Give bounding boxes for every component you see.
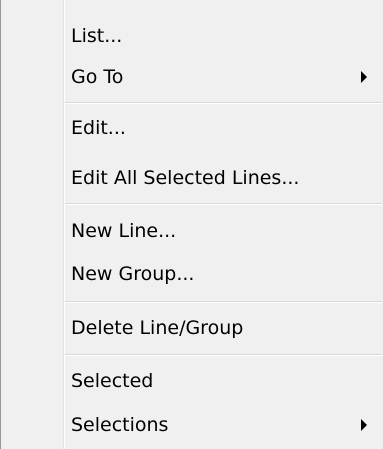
- menu-item-edit-all-selected-lines[interactable]: Edit All Selected Lines...: [2, 158, 383, 198]
- menu-item-selected[interactable]: Selected: [2, 361, 383, 401]
- menu-item-label: Delete Line/Group: [71, 317, 244, 339]
- menu-item-delete-line-group[interactable]: Delete Line/Group: [2, 308, 383, 348]
- menu-item-label: Selected: [71, 370, 154, 392]
- menu-item-label: Go To: [71, 66, 124, 88]
- menu-item-list[interactable]: List...: [2, 16, 383, 56]
- menu-separator: [65, 203, 382, 205]
- menu-item-label: New Group...: [71, 263, 195, 285]
- menu-item-label: Edit...: [71, 117, 126, 139]
- menu-item-selections[interactable]: Selections: [2, 405, 383, 445]
- menu-item-edit[interactable]: Edit...: [2, 108, 383, 148]
- menu-separator: [65, 301, 382, 303]
- menu-separator: [65, 354, 382, 356]
- menu-item-label: Selections: [71, 414, 169, 436]
- menu-separator: [65, 102, 382, 104]
- menu-item-label: Edit All Selected Lines...: [71, 167, 300, 189]
- menu-item-new-line[interactable]: New Line...: [2, 211, 383, 251]
- menu-item-go-to[interactable]: Go To: [2, 57, 383, 97]
- menu-item-label: List...: [71, 25, 123, 47]
- chevron-right-icon: [361, 71, 367, 83]
- chevron-right-icon: [361, 419, 367, 431]
- menu-item-label: New Line...: [71, 220, 177, 242]
- menu-item-new-group[interactable]: New Group...: [2, 254, 383, 294]
- context-menu: List... Go To Edit... Edit All Selected …: [0, 0, 383, 449]
